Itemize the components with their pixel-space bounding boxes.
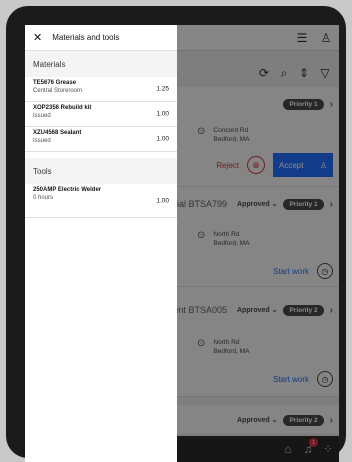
material-quantity: 1.00 [156, 135, 169, 143]
tool-hours: 0 hours [33, 194, 54, 201]
material-item[interactable]: XOP2356 Rebuild kit Issued 1.00 [25, 102, 177, 127]
material-quantity: 1.00 [156, 110, 169, 118]
material-item[interactable]: XZU4568 Sealant Issued 1.00 [25, 127, 177, 152]
app-screen: ☰ ♙ ⟳ ⌕ ⇕ ▽ Priority 1 › ⊙ Concord Rd [25, 25, 339, 462]
tool-item[interactable]: 250AMP Electric Welder 0 hours 1.00 [25, 184, 177, 218]
material-name: XZU4568 Sealant [33, 130, 82, 136]
tools-section-label: Tools [25, 158, 177, 184]
material-location: Central Storeroom [33, 87, 83, 94]
material-quantity: 1.25 [156, 85, 169, 93]
material-status: Issued [33, 112, 51, 119]
material-name: XOP2356 Rebuild kit [33, 105, 92, 111]
panel-title: Materials and tools [52, 33, 120, 42]
panel-header: ✕ Materials and tools [25, 25, 177, 51]
tool-quantity: 1.00 [156, 197, 169, 204]
materials-section-label: Materials [25, 51, 177, 77]
material-name: TE5676 Grease [33, 80, 77, 86]
tablet-frame: ☰ ♙ ⟳ ⌕ ⇕ ▽ Priority 1 › ⊙ Concord Rd [6, 6, 346, 462]
tool-name: 250AMP Electric Welder [33, 187, 102, 193]
materials-and-tools-panel: ✕ Materials and tools Materials TE5676 G… [25, 25, 177, 462]
material-item[interactable]: TE5676 Grease Central Storeroom 1.25 [25, 77, 177, 102]
close-icon[interactable]: ✕ [33, 31, 42, 44]
material-status: Issued [33, 137, 51, 144]
